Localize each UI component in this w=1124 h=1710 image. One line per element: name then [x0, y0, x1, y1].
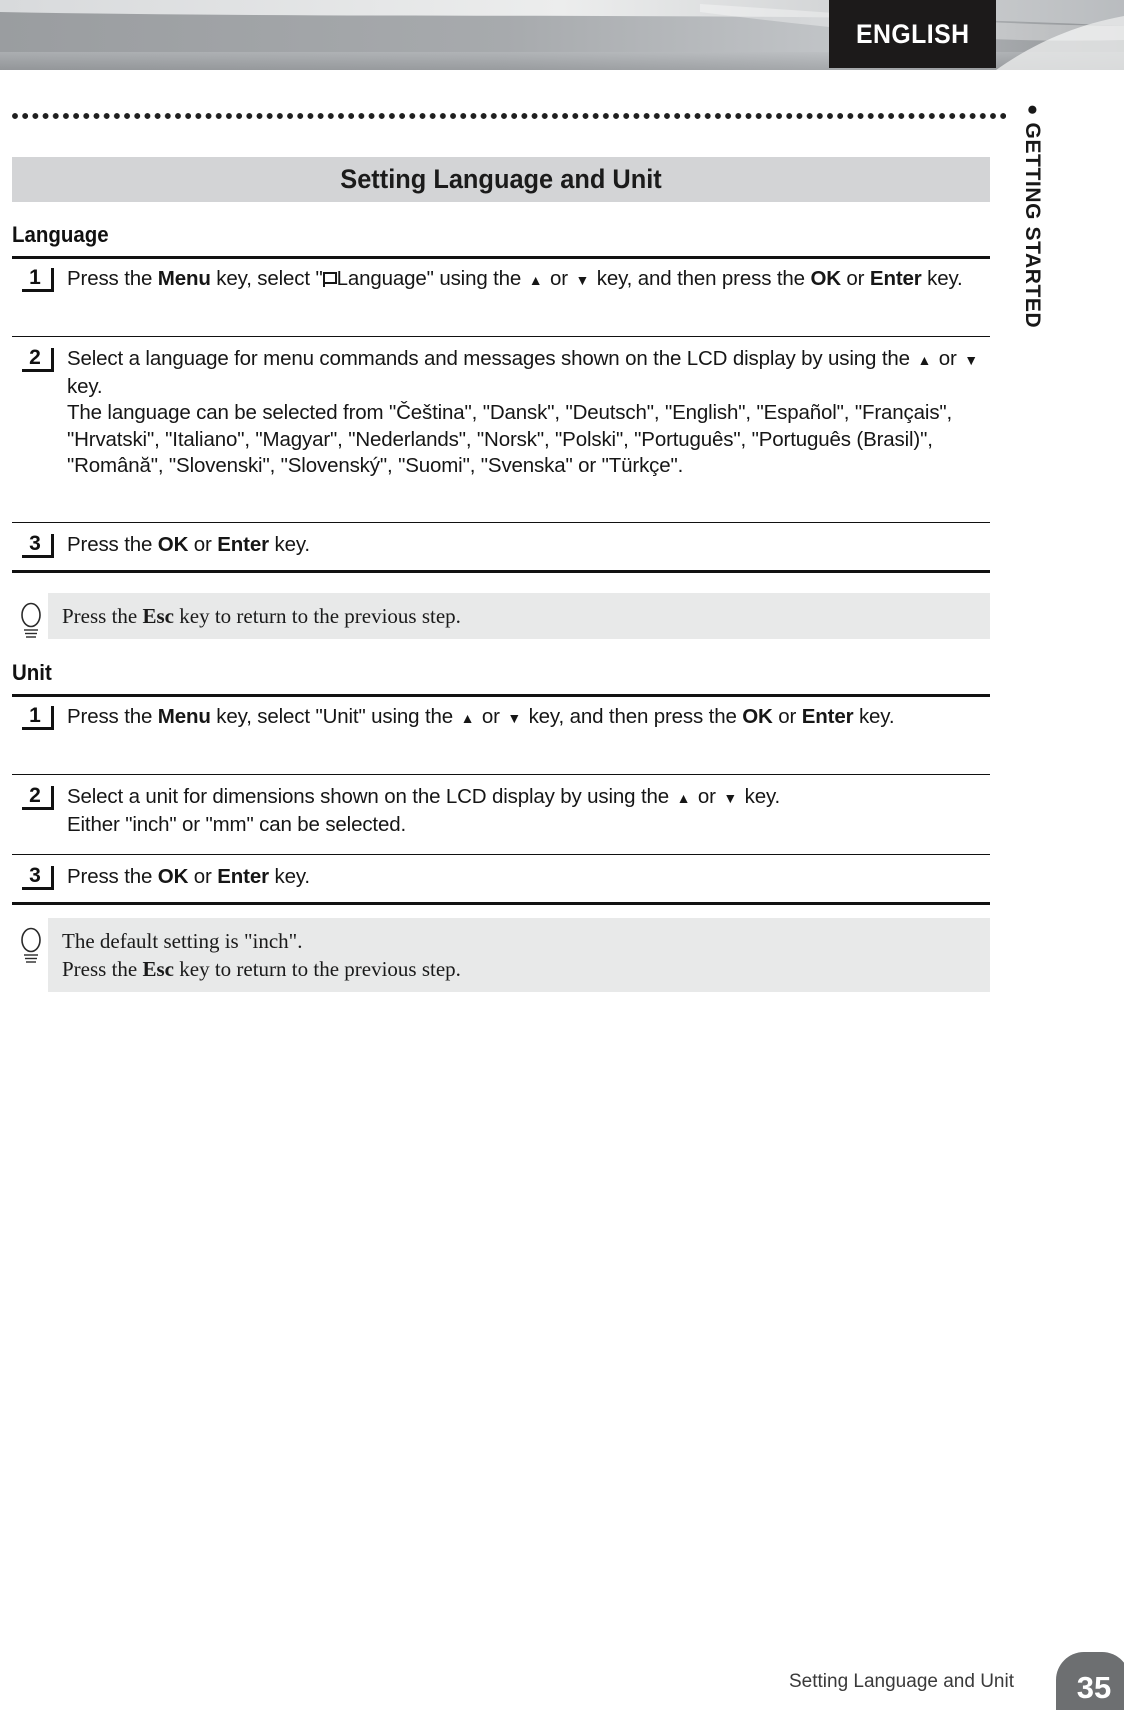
tip-background: Press the Esc key to return to the previ… — [48, 593, 990, 639]
page-number-tab: 35 — [1056, 1652, 1124, 1710]
step-text: Press the OK or Enter key. — [67, 865, 310, 888]
tip-bulb-icon — [21, 927, 41, 963]
rule-language-bottom — [12, 570, 990, 573]
step-number: 1 — [22, 267, 54, 292]
section-heading-language: Language — [12, 222, 109, 247]
section-side-tab-label: GETTING STARTED — [1021, 122, 1044, 329]
language-tab-label: ENGLISH — [855, 18, 970, 49]
tip-text: The default setting is "inch". Press the … — [62, 929, 461, 981]
rule-unit-1 — [12, 774, 990, 776]
section-heading-unit: Unit — [12, 660, 52, 685]
rule-language-top — [12, 256, 990, 259]
step-text: Press the Menu key, select "Unit" using … — [67, 704, 989, 732]
rule-unit-bottom — [12, 902, 990, 905]
rule-language-1 — [12, 336, 990, 338]
section-side-tab: ● GETTING STARTED — [1014, 104, 1054, 524]
page-title-bar: Setting Language and Unit — [12, 157, 990, 202]
footer-running-title: Setting Language and Unit — [788, 1671, 1014, 1692]
language-flag-icon — [322, 272, 337, 287]
step-number: 3 — [22, 865, 54, 890]
tip-bulb-icon — [21, 602, 41, 638]
step-text: Press the OK or Enter key. — [67, 533, 310, 556]
page-number: 35 — [1076, 1670, 1112, 1705]
step-number: 2 — [22, 785, 54, 810]
rule-language-2 — [12, 522, 990, 524]
tip-background: The default setting is "inch". Press the … — [48, 918, 990, 992]
step-number: 1 — [22, 705, 54, 730]
dotted-divider — [12, 112, 1006, 120]
page-title: Setting Language and Unit — [340, 164, 662, 194]
tip-text: Press the Esc key to return to the previ… — [62, 604, 461, 628]
step-number: 2 — [22, 347, 54, 372]
rule-unit-top — [12, 694, 990, 697]
bullet-icon: ● — [1022, 104, 1043, 117]
step-text: Press the Menu key, select " Language" us… — [67, 266, 989, 294]
page-banner: ENGLISH — [0, 0, 1124, 70]
rule-unit-2 — [12, 854, 990, 856]
step-text: Select a unit for dimensions shown on th… — [67, 784, 989, 838]
section-side-tab-inner: ● GETTING STARTED — [1020, 104, 1044, 328]
step-text: Select a language for menu commands and … — [67, 346, 989, 480]
language-tab: ENGLISH — [829, 0, 996, 68]
step-number: 3 — [22, 533, 54, 558]
